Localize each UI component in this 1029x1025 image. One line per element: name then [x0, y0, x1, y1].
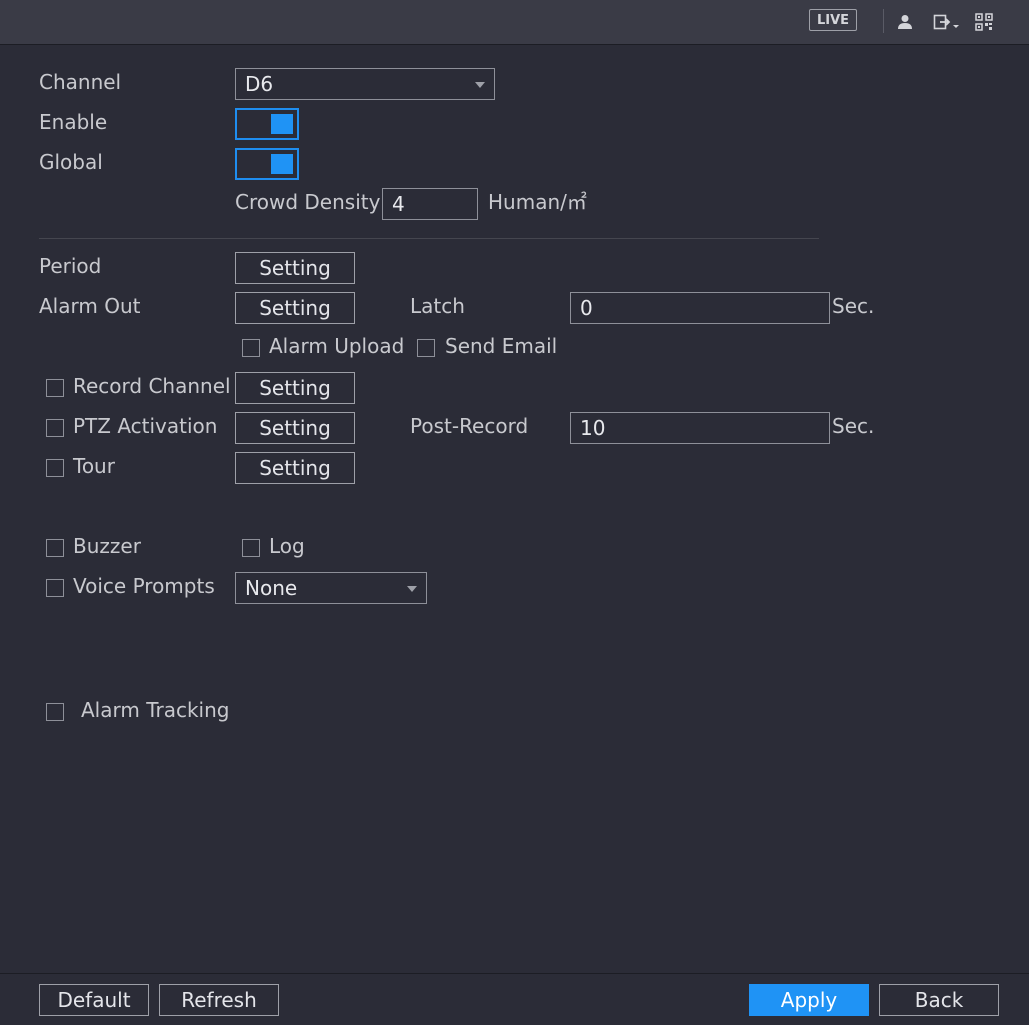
alarm-out-label: Alarm Out — [39, 294, 141, 318]
chevron-down-icon — [407, 586, 417, 592]
enable-toggle[interactable] — [235, 108, 299, 140]
channel-value: D6 — [245, 72, 274, 96]
period-label: Period — [39, 254, 102, 278]
live-button[interactable]: LIVE — [809, 9, 857, 31]
toggle-knob — [271, 114, 293, 134]
buzzer-label: Buzzer — [73, 534, 141, 558]
global-toggle[interactable] — [235, 148, 299, 180]
post-record-label: Post-Record — [410, 414, 529, 438]
channel-label: Channel — [39, 70, 122, 94]
latch-label: Latch — [410, 294, 465, 318]
apply-button[interactable]: Apply — [749, 984, 869, 1016]
send-email-checkbox[interactable] — [417, 339, 435, 357]
voice-prompts-value: None — [245, 576, 298, 600]
post-record-unit: Sec. — [832, 414, 875, 438]
tour-checkbox[interactable] — [46, 459, 64, 477]
crowd-density-label: Crowd Density — [235, 190, 381, 214]
crowd-density-unit: Human/㎡ — [488, 190, 587, 214]
user-icon[interactable] — [896, 13, 914, 31]
ptz-activation-label: PTZ Activation — [73, 414, 218, 438]
latch-input[interactable]: 0 — [570, 292, 830, 324]
footer-bar: Default Refresh Apply Back — [0, 973, 1029, 1025]
voice-prompts-select[interactable]: None — [235, 572, 427, 604]
buzzer-checkbox[interactable] — [46, 539, 64, 557]
record-channel-checkbox[interactable] — [46, 379, 64, 397]
alarm-tracking-checkbox[interactable] — [46, 703, 64, 721]
section-divider — [39, 238, 819, 239]
qrcode-icon[interactable] — [975, 13, 993, 31]
topbar-divider — [883, 9, 884, 33]
back-button[interactable]: Back — [879, 984, 999, 1016]
log-label: Log — [269, 534, 305, 558]
top-bar: LIVE — [0, 0, 1029, 45]
alarm-tracking-label: Alarm Tracking — [81, 698, 230, 722]
chevron-down-icon — [475, 82, 485, 88]
ptz-activation-checkbox[interactable] — [46, 419, 64, 437]
alarm-upload-checkbox[interactable] — [242, 339, 260, 357]
crowd-density-input[interactable]: 4 — [382, 188, 478, 220]
voice-prompts-checkbox[interactable] — [46, 579, 64, 597]
latch-unit: Sec. — [832, 294, 875, 318]
send-email-label: Send Email — [445, 334, 558, 358]
voice-prompts-label: Voice Prompts — [73, 574, 215, 598]
tour-setting-button[interactable]: Setting — [235, 452, 355, 484]
ptz-activation-setting-button[interactable]: Setting — [235, 412, 355, 444]
refresh-button[interactable]: Refresh — [159, 984, 279, 1016]
enable-label: Enable — [39, 110, 108, 134]
tour-label: Tour — [73, 454, 115, 478]
log-checkbox[interactable] — [242, 539, 260, 557]
post-record-input[interactable]: 10 — [570, 412, 830, 444]
channel-select[interactable]: D6 — [235, 68, 495, 100]
period-setting-button[interactable]: Setting — [235, 252, 355, 284]
default-button[interactable]: Default — [39, 984, 149, 1016]
alarm-upload-label: Alarm Upload — [269, 334, 405, 358]
logout-icon[interactable] — [933, 13, 961, 31]
record-channel-setting-button[interactable]: Setting — [235, 372, 355, 404]
record-channel-label: Record Channel — [73, 374, 231, 398]
toggle-knob — [271, 154, 293, 174]
global-label: Global — [39, 150, 103, 174]
alarm-out-setting-button[interactable]: Setting — [235, 292, 355, 324]
